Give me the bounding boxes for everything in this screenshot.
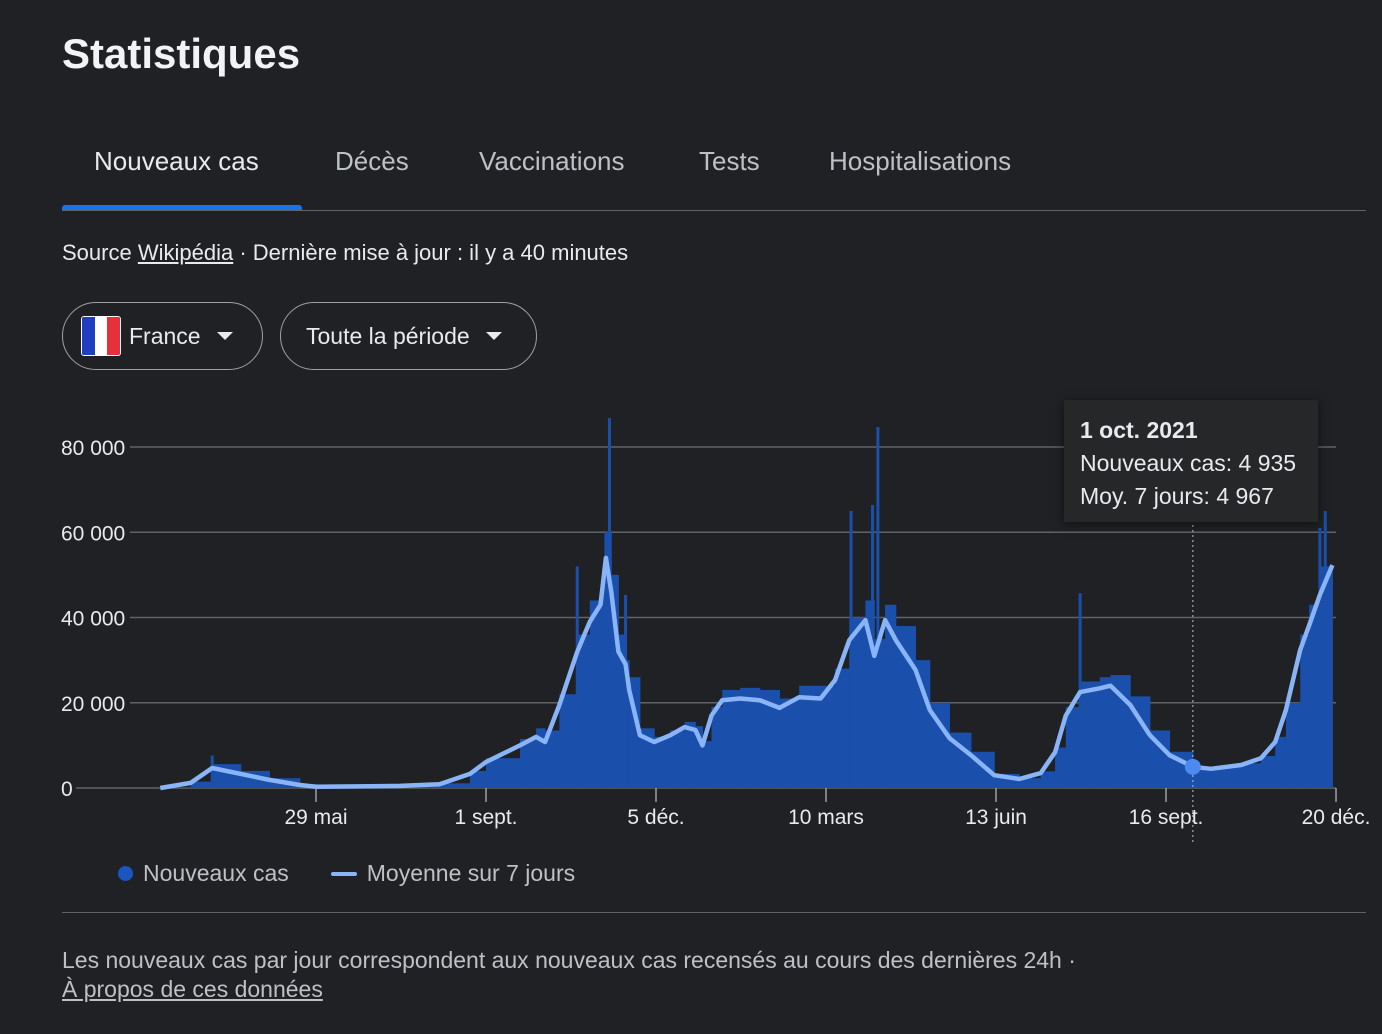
cases-bar [1241, 763, 1262, 788]
cases-bar [654, 736, 671, 788]
cases-bar [486, 758, 521, 788]
cases-spike-bar [1318, 528, 1322, 788]
x-tick-label: 1 sept. [454, 806, 517, 829]
source-line: Source Wikipédia · Dernière mise à jour … [62, 240, 628, 266]
footer-divider [62, 912, 1366, 913]
cases-bar [1210, 767, 1242, 788]
cases-bar [702, 741, 712, 788]
x-tick-label: 29 mai [284, 806, 347, 829]
cases-bar [1285, 702, 1301, 788]
tab-hospitalisations[interactable]: Hospitalisations [829, 146, 1011, 177]
cases-bar [779, 698, 800, 788]
tab-vaccinations[interactable]: Vaccinations [479, 146, 625, 177]
footer-note: Les nouveaux cas par jour correspondent … [62, 947, 1076, 973]
x-tick-label: 16 sept. [1129, 806, 1204, 829]
source-prefix: Source [62, 240, 132, 265]
footer: Les nouveaux cas par jour correspondent … [62, 946, 1076, 1004]
cases-spike-bar [624, 594, 628, 788]
about-data-link[interactable]: À propos de ces données [62, 976, 323, 1002]
average-legend-line-icon [330, 871, 357, 876]
caret-down-icon [216, 332, 233, 340]
cases-bar [834, 668, 850, 788]
x-tick-label: 13 juin [965, 806, 1027, 829]
cases-bar [1080, 681, 1101, 788]
cases-bar [895, 626, 916, 788]
cases-bar [1260, 756, 1276, 788]
last-updated: · Dernière mise à jour : il y a 40 minut… [233, 240, 629, 265]
y-tick-label: 20 000 [61, 693, 125, 716]
caret-down-icon [485, 332, 502, 340]
legend-cases: Nouveaux cas [143, 860, 289, 886]
cases-spike-bar [1323, 510, 1327, 788]
x-tick-label: 20 déc. [1302, 806, 1371, 829]
cases-spike-bar [876, 427, 880, 788]
cases-bar [1110, 675, 1131, 788]
period-select[interactable]: Toute la période [280, 302, 537, 370]
cases-bar [577, 634, 591, 788]
cases-bar [711, 707, 723, 788]
cases-bar [1040, 771, 1056, 788]
cases-spike-bar [575, 566, 579, 788]
cases-bar [799, 685, 822, 788]
cases-bar [670, 730, 686, 788]
cases-bar [1275, 736, 1287, 788]
cases-bar [589, 600, 602, 788]
y-tick-label: 60 000 [61, 522, 125, 545]
y-tick-label: 80 000 [61, 437, 125, 460]
tab-nouveaux-cas[interactable]: Nouveaux cas [94, 146, 259, 177]
y-tick-label: 40 000 [61, 608, 125, 631]
cases-bar [1099, 677, 1112, 788]
legend-average: Moyenne sur 7 jours [366, 860, 576, 886]
cases-bar [559, 694, 578, 788]
tab-deces[interactable]: Décès [335, 146, 409, 177]
cases-spike-bar [849, 510, 853, 788]
period-value: Toute la période [306, 322, 470, 349]
cases-bar [1065, 707, 1081, 788]
hover-marker [1184, 758, 1201, 775]
country-value: France [129, 322, 201, 349]
cases-bar [1300, 634, 1310, 788]
page-title: Statistiques [62, 30, 301, 77]
cases-bar [820, 685, 836, 788]
x-tick-label: 5 déc. [627, 806, 684, 829]
france-flag-icon [81, 316, 121, 356]
tabs-divider [62, 210, 1366, 211]
y-tick-label: 0 [61, 778, 73, 801]
tab-tests[interactable]: Tests [699, 146, 760, 177]
country-select[interactable]: France [62, 302, 263, 370]
tooltip: 1 oct. 2021 Nouveaux cas: 4 935 Moy. 7 j… [1064, 400, 1318, 522]
tooltip-average: Moy. 7 jours: 4 967 [1080, 483, 1274, 509]
cases-spike-bar [210, 755, 214, 788]
tooltip-cases: Nouveaux cas: 4 935 [1080, 450, 1297, 476]
cases-legend-dot-icon [118, 866, 133, 881]
cases-bar [874, 638, 886, 788]
tooltip-date: 1 oct. 2021 [1080, 417, 1198, 443]
source-link[interactable]: Wikipédia [138, 240, 233, 265]
cases-bar [740, 687, 761, 788]
cases-bar [722, 689, 741, 788]
x-tick-label: 10 mars [788, 806, 864, 829]
chart-legend: Nouveaux cas Moyenne sur 7 jours [118, 860, 575, 887]
